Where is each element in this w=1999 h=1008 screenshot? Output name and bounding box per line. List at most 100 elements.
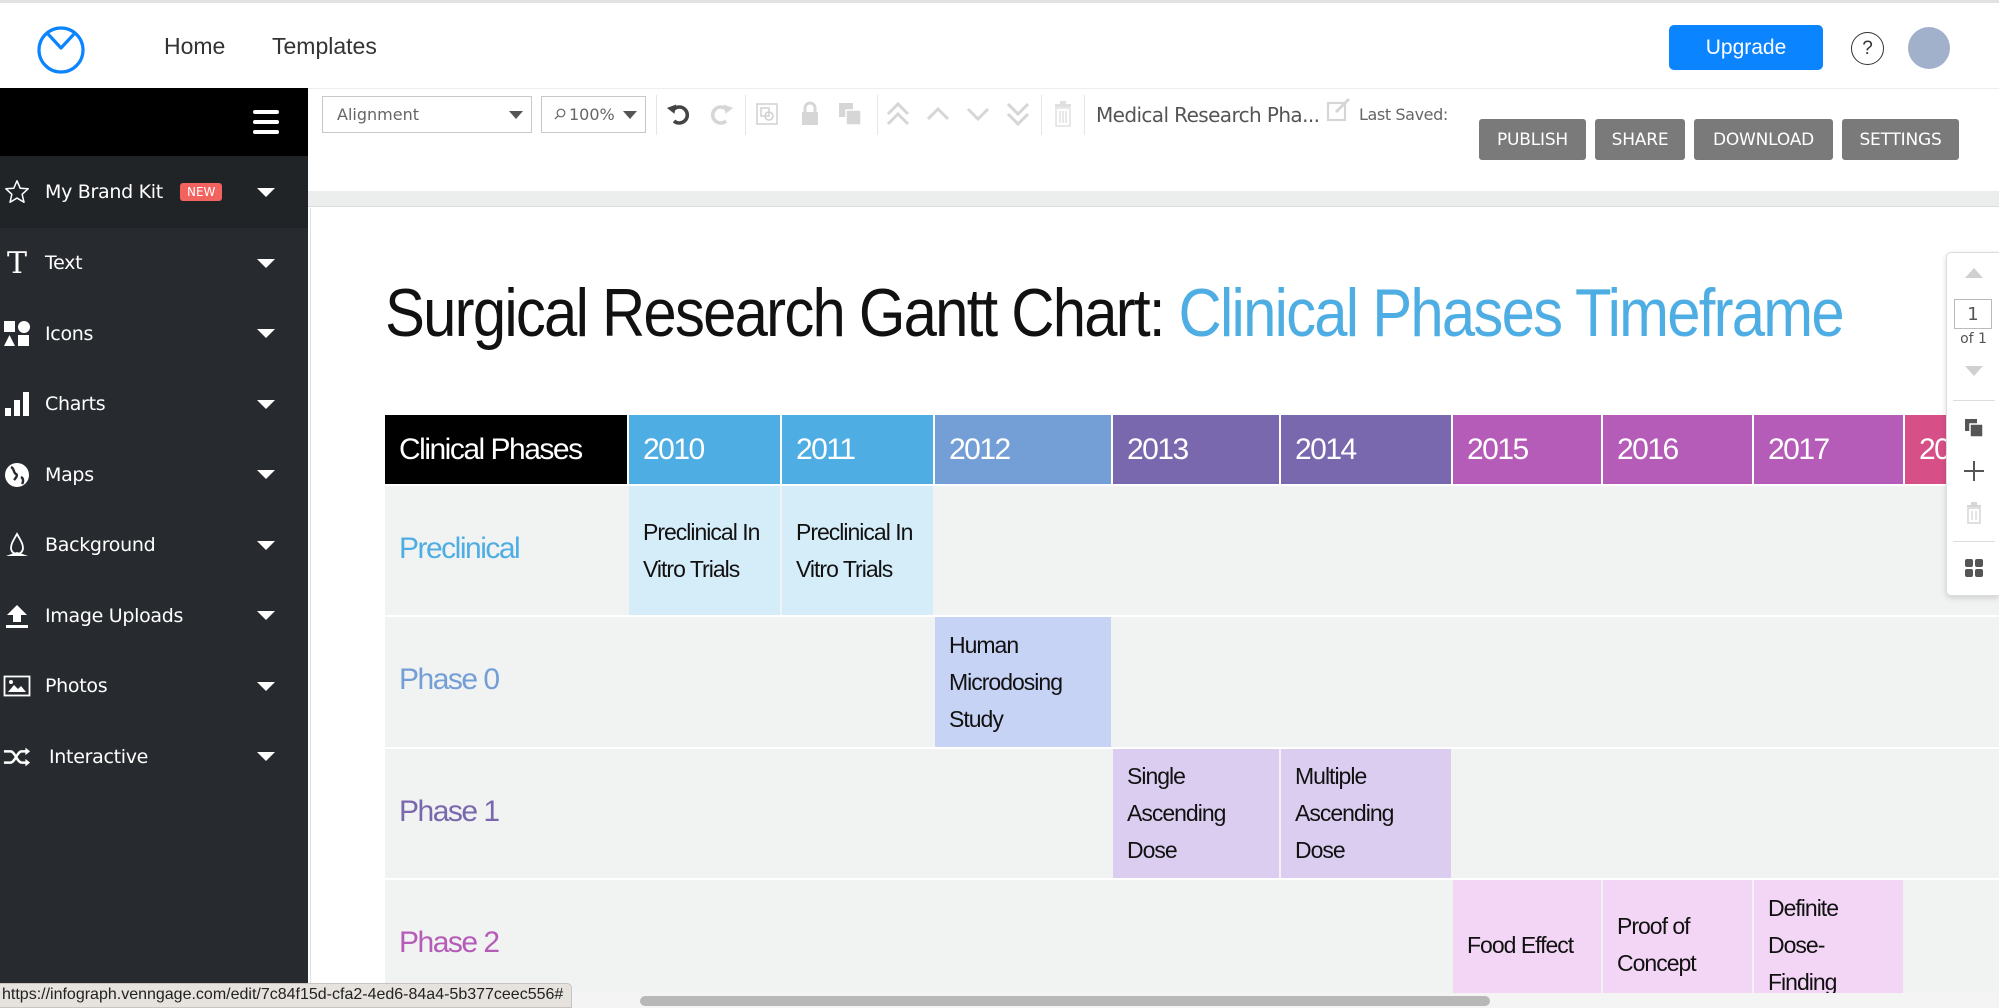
gantt-row: Phase 0 Human Microdosing Study bbox=[385, 617, 1999, 747]
sidebar-item-charts[interactable]: Charts bbox=[0, 369, 308, 440]
gantt-task-cell[interactable]: Human Microdosing Study bbox=[935, 617, 1111, 747]
sidebar-item-label: Image Uploads bbox=[45, 604, 184, 627]
upgrade-button[interactable]: Upgrade bbox=[1669, 25, 1823, 70]
sidebar-item-label: Background bbox=[45, 534, 156, 557]
bring-to-front-icon[interactable] bbox=[883, 99, 913, 129]
shapes-icon bbox=[3, 320, 31, 348]
toolbar-divider bbox=[656, 95, 657, 135]
page-total-label: of 1 bbox=[1960, 331, 1987, 347]
chevron-down-icon bbox=[257, 611, 275, 621]
gantt-task-cell[interactable]: Proof of Concept bbox=[1603, 880, 1752, 993]
gantt-row: Phase 1 Single Ascending Dose Multiple Asc… bbox=[385, 749, 1999, 878]
page-up-icon[interactable] bbox=[1947, 263, 1999, 283]
chevron-down-icon bbox=[257, 470, 275, 480]
gantt-row: Phase 2 Food Effect Proof of Concept Defini… bbox=[385, 880, 1999, 993]
redo-icon[interactable] bbox=[705, 99, 735, 129]
gantt-task-cell[interactable]: Food Effect bbox=[1453, 880, 1601, 993]
toolbar-divider bbox=[745, 95, 746, 135]
alignment-select-value: Alignment bbox=[337, 105, 419, 124]
document-title[interactable]: Medical Research Pha... bbox=[1096, 103, 1320, 127]
gantt-task-cell[interactable]: Definite Dose-Finding bbox=[1754, 880, 1903, 993]
group-icon[interactable] bbox=[752, 99, 782, 129]
sidebar-item-label: Maps bbox=[45, 463, 94, 486]
publish-button[interactable]: PUBLISH bbox=[1479, 119, 1586, 160]
alignment-select[interactable]: Alignment bbox=[322, 96, 532, 133]
sidebar-item-maps[interactable]: Maps bbox=[0, 440, 308, 511]
new-badge: NEW bbox=[180, 183, 223, 201]
send-to-back-icon[interactable] bbox=[1003, 99, 1033, 129]
zoom-select[interactable]: 100% bbox=[541, 96, 646, 133]
gantt-header-label: Clinical Phases bbox=[385, 415, 627, 484]
sidebar-header bbox=[0, 88, 308, 156]
edit-title-icon[interactable] bbox=[1324, 95, 1354, 125]
sidebar-item-label: Interactive bbox=[49, 745, 149, 768]
user-avatar[interactable] bbox=[1908, 27, 1950, 69]
title-accent: Clinical Phases Timeframe bbox=[1178, 275, 1845, 351]
bar-chart-icon bbox=[3, 390, 31, 418]
share-button[interactable]: SHARE bbox=[1595, 119, 1685, 160]
gantt-year-header: 2011 bbox=[782, 415, 933, 484]
gantt-phase-label: Phase 0 bbox=[399, 663, 500, 696]
grid-view-icon[interactable] bbox=[1947, 553, 1999, 583]
download-button[interactable]: DOWNLOAD bbox=[1694, 119, 1833, 160]
nav-link-home[interactable]: Home bbox=[164, 33, 225, 60]
sidebar-item-interactive[interactable]: Interactive bbox=[0, 722, 308, 793]
hamburger-icon[interactable] bbox=[253, 110, 279, 134]
star-icon bbox=[3, 178, 31, 206]
panel-divider bbox=[1953, 541, 1995, 542]
nav-link-templates[interactable]: Templates bbox=[272, 33, 377, 60]
gantt-task-cell[interactable]: Multiple Ascending Dose bbox=[1281, 749, 1451, 878]
gantt-year-header: 2015 bbox=[1453, 415, 1601, 484]
gantt-year-header: 2010 bbox=[629, 415, 780, 484]
duplicate-icon[interactable] bbox=[835, 99, 865, 129]
text-icon: T bbox=[6, 245, 27, 281]
bring-forward-icon[interactable] bbox=[923, 99, 953, 129]
venngage-logo-icon[interactable] bbox=[36, 25, 86, 75]
gantt-phase-label: Preclinical bbox=[399, 531, 521, 565]
gantt-phase-label: Phase 2 bbox=[399, 926, 500, 959]
sidebar-item-my-brand-kit[interactable]: My Brand Kit NEW bbox=[0, 156, 308, 228]
gantt-year-header: 2012 bbox=[935, 415, 1111, 484]
duplicate-page-icon[interactable] bbox=[1947, 413, 1999, 443]
gantt-year-header: 2017 bbox=[1754, 415, 1903, 484]
top-navigation: Home Templates Upgrade ? bbox=[0, 0, 1999, 88]
sidebar-item-icons[interactable]: Icons bbox=[0, 299, 308, 370]
settings-button[interactable]: SETTINGS bbox=[1842, 119, 1959, 160]
workspace-band bbox=[308, 191, 1999, 207]
page-down-icon[interactable] bbox=[1947, 361, 1999, 381]
sidebar: My Brand Kit NEW T Text Icons Charts Map… bbox=[0, 88, 308, 1008]
toolbar-divider bbox=[1084, 95, 1085, 135]
horizontal-scrollbar[interactable] bbox=[640, 996, 1490, 1006]
infographic-title[interactable]: Surgical Research Gantt Chart: Clinical … bbox=[385, 274, 1845, 352]
shuffle-icon bbox=[3, 743, 31, 771]
sidebar-item-text[interactable]: T Text bbox=[0, 228, 308, 299]
gantt-task-cell[interactable]: Preclinical In Vitro Trials bbox=[782, 486, 933, 615]
gantt-task-cell[interactable]: Single Ascending Dose bbox=[1113, 749, 1279, 878]
send-backward-icon[interactable] bbox=[963, 99, 993, 129]
zoom-select-value: 100% bbox=[569, 105, 615, 124]
search-icon bbox=[554, 105, 566, 124]
lock-icon[interactable] bbox=[795, 99, 825, 129]
undo-icon[interactable] bbox=[665, 99, 695, 129]
chevron-down-icon bbox=[257, 399, 275, 409]
current-page-input[interactable]: 1 bbox=[1954, 299, 1992, 329]
chevron-down-icon bbox=[257, 329, 275, 339]
design-canvas[interactable]: Surgical Research Gantt Chart: Clinical … bbox=[310, 208, 1999, 993]
add-page-icon[interactable] bbox=[1947, 456, 1999, 486]
sidebar-item-label: Text bbox=[45, 252, 83, 275]
sidebar-item-label: My Brand Kit bbox=[45, 181, 163, 203]
sidebar-item-label: Photos bbox=[45, 675, 108, 698]
chevron-down-icon bbox=[257, 187, 275, 197]
sidebar-item-image-uploads[interactable]: Image Uploads bbox=[0, 581, 308, 652]
chevron-down-icon bbox=[623, 110, 637, 119]
gantt-task-cell[interactable]: Preclinical In Vitro Trials bbox=[629, 486, 780, 615]
delete-page-icon[interactable] bbox=[1947, 498, 1999, 528]
photo-icon bbox=[3, 672, 31, 700]
toolbar-divider bbox=[877, 95, 878, 135]
globe-icon bbox=[3, 461, 31, 489]
help-icon[interactable]: ? bbox=[1851, 32, 1884, 65]
sidebar-item-photos[interactable]: Photos bbox=[0, 651, 308, 722]
sidebar-item-background[interactable]: Background bbox=[0, 510, 308, 581]
gantt-phase-label: Phase 1 bbox=[399, 794, 500, 828]
trash-icon[interactable] bbox=[1048, 99, 1078, 129]
